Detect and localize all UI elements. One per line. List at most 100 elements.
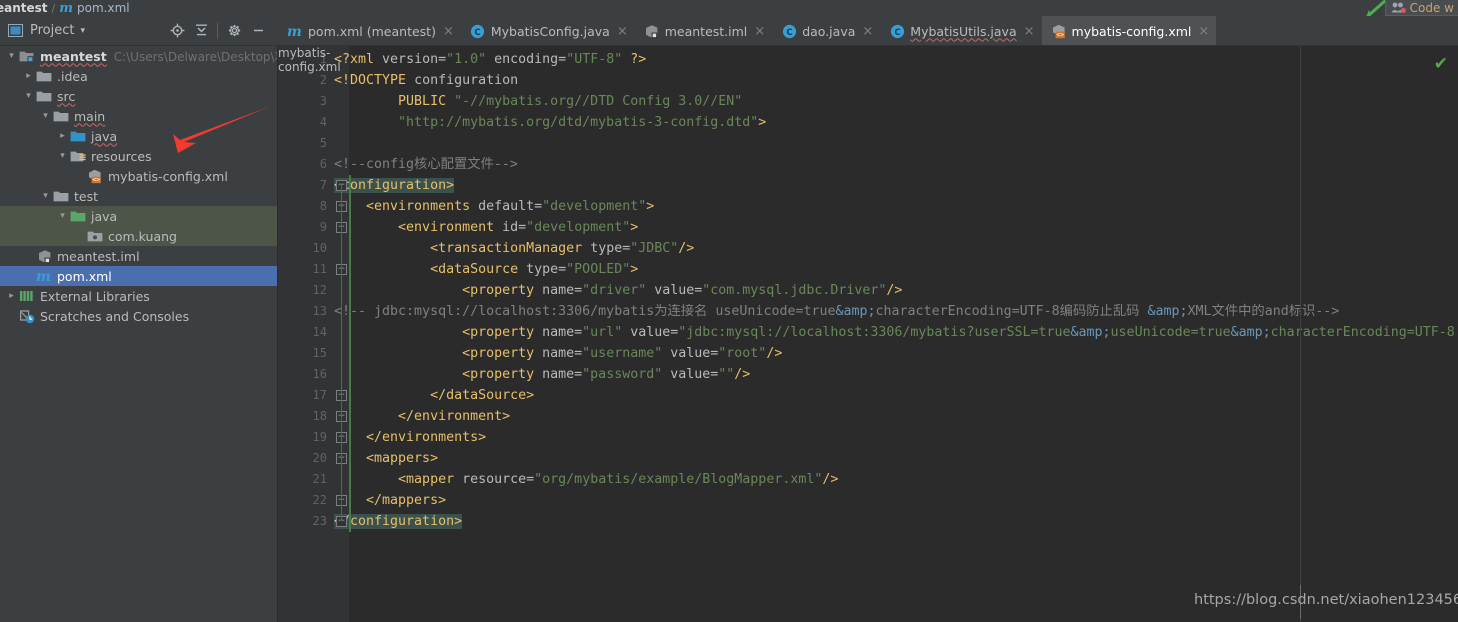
code-line[interactable]: <mapper resource="org/mybatis/example/Bl… bbox=[334, 469, 838, 490]
code-token: <dataSource bbox=[334, 262, 527, 277]
tree-item-meantest.iml[interactable]: meantest.iml bbox=[0, 246, 278, 266]
tree-item-com.kuang[interactable]: com.kuang bbox=[0, 226, 278, 246]
editor-tab-pom-xml-meantest[interactable]: m pom.xml (meantest) × bbox=[278, 16, 461, 45]
vcs-change-marker[interactable] bbox=[349, 322, 351, 343]
tree-item-java[interactable]: ▸ java bbox=[0, 126, 278, 146]
tree-item-pom.xml[interactable]: m pom.xml bbox=[0, 266, 278, 286]
code-line[interactable]: <property name="driver" value="com.mysql… bbox=[334, 280, 902, 301]
code-token: value= bbox=[646, 283, 703, 298]
vcs-change-marker[interactable] bbox=[349, 343, 351, 364]
code-line[interactable]: <dataSource type="POOLED"> bbox=[334, 259, 638, 280]
code-line[interactable]: <property name="password" value=""/> bbox=[334, 364, 750, 385]
vcs-change-marker[interactable] bbox=[349, 490, 351, 511]
tree-item-.idea[interactable]: ▸ .idea bbox=[0, 66, 278, 86]
vcs-change-marker[interactable] bbox=[349, 385, 351, 406]
collapse-all-icon[interactable] bbox=[189, 19, 213, 43]
chevron-down-icon[interactable]: ▾ bbox=[57, 211, 68, 222]
tree-item-main[interactable]: ▾ main bbox=[0, 106, 278, 126]
chevron-down-icon[interactable]: ▾ bbox=[40, 111, 51, 122]
chevron-down-icon[interactable]: ▾ bbox=[40, 191, 51, 202]
chevron-down-icon[interactable]: ▾ bbox=[6, 51, 17, 62]
vcs-change-marker[interactable] bbox=[349, 364, 351, 385]
code-line[interactable]: <property name="url" value="jdbc:mysql:/… bbox=[334, 322, 1455, 343]
editor-tab-mybatisconfig-java[interactable]: C MybatisConfig.java × bbox=[461, 16, 635, 45]
code-token: "password" bbox=[582, 367, 663, 382]
gear-icon[interactable] bbox=[222, 19, 246, 43]
editor-gutter[interactable]: 1 2 3 4 5 6 7 8 9 10 11 12 13 14 15 16 17 18 19 20 21 22 23 bbox=[278, 46, 335, 622]
chevron-right-icon[interactable]: ▸ bbox=[57, 131, 68, 142]
chevron-right-icon[interactable]: ▸ bbox=[6, 291, 17, 302]
vcs-change-marker[interactable] bbox=[349, 469, 351, 490]
code-line[interactable]: </dataSource> bbox=[334, 385, 534, 406]
hide-panel-icon[interactable] bbox=[246, 19, 270, 43]
code-line[interactable]: <!DOCTYPE configuration bbox=[334, 70, 518, 91]
tree-item-mybatis-config.xml[interactable]: <> mybatis-config.xml bbox=[0, 166, 278, 186]
code-line[interactable]: PUBLIC "-//mybatis.org//DTD Config 3.0//… bbox=[334, 91, 742, 112]
code-line[interactable]: <property name="username" value="root"/> bbox=[334, 343, 782, 364]
code-line[interactable]: <?xml version="1.0" encoding="UTF-8" ?> bbox=[334, 49, 646, 70]
code-line[interactable]: <configuration> bbox=[334, 175, 455, 196]
editor-code-area[interactable]: <?xml version="1.0" encoding="UTF-8" ?> <… bbox=[334, 46, 1458, 622]
chevron-right-icon[interactable]: ▸ bbox=[23, 71, 34, 82]
code-token: characterEncoding=UTF-8 bbox=[1270, 325, 1455, 340]
vcs-change-marker[interactable] bbox=[349, 280, 351, 301]
code-token: PUBLIC bbox=[334, 94, 455, 109]
locate-icon[interactable] bbox=[165, 19, 189, 43]
close-icon[interactable]: × bbox=[1024, 25, 1035, 38]
close-icon[interactable]: × bbox=[443, 25, 454, 38]
breadcrumb-file[interactable]: pom.xml bbox=[77, 1, 130, 15]
vcs-change-marker[interactable] bbox=[349, 259, 351, 280]
code-line[interactable]: </environments> bbox=[334, 427, 486, 448]
line-number: 10 bbox=[312, 241, 327, 255]
inspection-ok-icon[interactable]: ✔ bbox=[1434, 54, 1448, 74]
code-with-me-button[interactable]: Code w bbox=[1384, 0, 1458, 16]
project-toolwindow-title-button[interactable]: Project ▾ bbox=[0, 23, 85, 38]
tree-item-scratches-and-consoles[interactable]: Scratches and Consoles bbox=[0, 306, 278, 326]
code-line[interactable]: <!-- jdbc:mysql://localhost:3306/mybatis… bbox=[334, 301, 1339, 322]
tree-item-label: meantest.iml bbox=[57, 248, 140, 264]
chevron-down-icon[interactable]: ▾ bbox=[23, 91, 34, 102]
tree-item-java[interactable]: ▾ java bbox=[0, 206, 278, 226]
code-line[interactable]: </environment> bbox=[334, 406, 510, 427]
code-token: <!--config核心配置文件--> bbox=[334, 157, 518, 172]
tree-item-external-libraries[interactable]: ▸ External Libraries bbox=[0, 286, 278, 306]
code-line[interactable]: <transactionManager type="JDBC"/> bbox=[334, 238, 694, 259]
tree-item-test[interactable]: ▾ test bbox=[0, 186, 278, 206]
tree-item-resources[interactable]: ▾ resources bbox=[0, 146, 278, 166]
code-line[interactable]: "http://mybatis.org/dtd/mybatis-3-config… bbox=[334, 112, 766, 133]
editor-tab-mybatis-config-xml[interactable]: <> mybatis-config.xml × bbox=[1041, 16, 1217, 45]
editor-tab-mybatisutils-java[interactable]: C MybatisUtils.java × bbox=[880, 16, 1041, 45]
vcs-change-marker[interactable] bbox=[349, 175, 351, 196]
vcs-change-marker[interactable] bbox=[349, 448, 351, 469]
chevron-down-icon[interactable]: ▾ bbox=[57, 151, 68, 162]
vcs-change-marker[interactable] bbox=[349, 196, 351, 217]
close-icon[interactable]: × bbox=[1198, 25, 1209, 38]
code-token: <environment bbox=[334, 220, 503, 235]
chevron-down-icon[interactable]: ▾ bbox=[80, 26, 85, 36]
code-line[interactable]: <environments default="development"> bbox=[334, 196, 654, 217]
tree-item-meantest[interactable]: ▾ meantest C:\Users\Delware\Desktop\项目 bbox=[0, 46, 278, 66]
tree-item-src[interactable]: ▾ src bbox=[0, 86, 278, 106]
code-line[interactable]: <environment id="development"> bbox=[334, 217, 638, 238]
close-icon[interactable]: × bbox=[862, 25, 873, 38]
editor-tab-meantest-iml[interactable]: meantest.iml × bbox=[635, 16, 772, 45]
vcs-change-marker[interactable] bbox=[349, 406, 351, 427]
vcs-change-marker[interactable] bbox=[349, 238, 351, 259]
code-line[interactable]: <!--config核心配置文件--> bbox=[334, 154, 518, 175]
breadcrumb-project[interactable]: eantest bbox=[0, 1, 48, 15]
vcs-change-marker[interactable] bbox=[349, 217, 351, 238]
code-line[interactable]: </configuration> bbox=[334, 511, 463, 532]
project-tree[interactable]: ▾ meantest C:\Users\Delware\Desktop\项目 ▸ .id… bbox=[0, 46, 278, 622]
code-editor[interactable]: 1 2 3 4 5 6 7 8 9 10 11 12 13 14 15 16 17 18 19 20 21 22 23 <?… bbox=[278, 46, 1458, 622]
svg-text:C: C bbox=[894, 28, 900, 38]
close-icon[interactable]: × bbox=[754, 25, 765, 38]
vcs-change-marker[interactable] bbox=[349, 511, 351, 532]
breadcrumb[interactable]: eantest / m pom.xml bbox=[0, 0, 130, 16]
tree-item-label: mybatis-config.xml bbox=[108, 168, 228, 184]
vcs-change-marker[interactable] bbox=[349, 301, 351, 322]
close-icon[interactable]: × bbox=[617, 25, 628, 38]
editor-tab-label: pom.xml (meantest) bbox=[308, 23, 436, 39]
vcs-change-marker[interactable] bbox=[349, 427, 351, 448]
editor-tab-dao-java[interactable]: Cdao.java × bbox=[772, 16, 880, 45]
